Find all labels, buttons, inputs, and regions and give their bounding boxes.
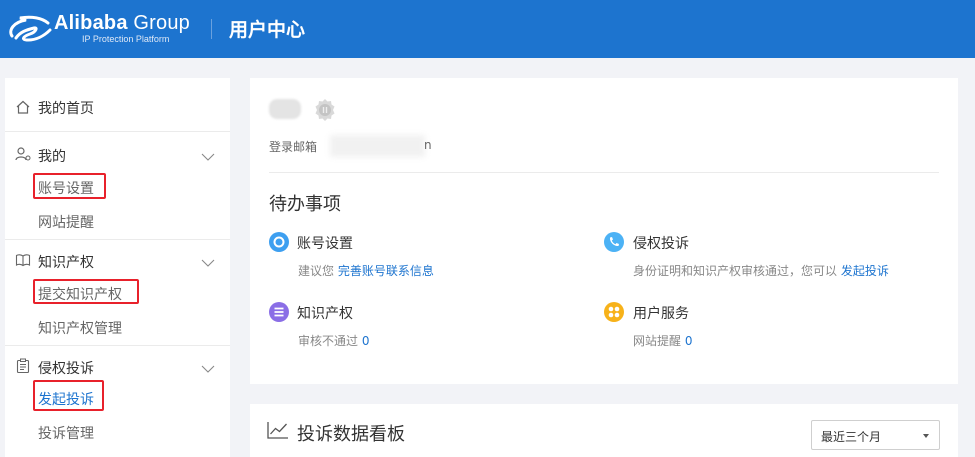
todo-section-title: 待办事项 <box>269 194 341 215</box>
card-divider <box>269 172 939 173</box>
sidebar-divider <box>5 345 230 346</box>
chevron-down-icon[interactable] <box>201 259 215 267</box>
sidebar-section-label: 侵权投诉 <box>38 361 94 377</box>
rejected-count-link[interactable]: 0 <box>362 334 370 348</box>
sidebar-item-submit-ip[interactable]: 提交知识产权 <box>38 284 122 304</box>
sidebar-item-file-complaint[interactable]: 发起投诉 <box>38 389 94 409</box>
todo-item-title: 用户服务 <box>633 306 689 322</box>
sidebar: 我的首页 我的 账号设置 网站提醒 知识产权 提交知识产权 知识产权管理 侵权投… <box>5 78 230 457</box>
top-header: Alibaba Group IP Protection Platform 用户中… <box>0 0 975 58</box>
sidebar-divider <box>5 239 230 240</box>
chevron-down-icon[interactable] <box>201 153 215 161</box>
list-circle-icon <box>269 302 289 322</box>
email-value: n <box>424 138 432 152</box>
phone-circle-icon <box>604 232 624 252</box>
profile-card: 登录邮箱 n 待办事项 账号设置 建议您 完善账号联系信息 侵权投诉 身份证明和… <box>250 78 958 384</box>
site-reminder-count-link[interactable]: 0 <box>685 334 693 348</box>
line-chart-icon <box>267 422 288 439</box>
logo-wordmark: Alibaba Group <box>54 12 190 34</box>
file-complaint-link[interactable]: 发起投诉 <box>841 264 889 278</box>
sidebar-section-label: 知识产权 <box>38 255 94 271</box>
complaint-dashboard-card: 投诉数据看板 最近三个月 <box>250 404 958 457</box>
grid-circle-icon <box>604 302 624 322</box>
sidebar-section-label: 我的 <box>38 149 66 165</box>
sidebar-item-account-settings[interactable]: 账号设置 <box>38 178 94 198</box>
sidebar-item-complaint-management[interactable]: 投诉管理 <box>38 423 94 443</box>
todo-item-title: 侵权投诉 <box>633 236 689 252</box>
user-gear-icon <box>15 147 31 161</box>
sidebar-home-label: 我的首页 <box>38 101 94 117</box>
complete-contact-info-link[interactable]: 完善账号联系信息 <box>338 264 434 278</box>
email-label: 登录邮箱 <box>269 140 318 154</box>
todo-item-desc: 网站提醒 0 <box>633 334 693 348</box>
todo-item-desc: 审核不通过 0 <box>298 334 370 348</box>
caret-down-icon <box>923 434 929 438</box>
todo-item-desc: 身份证明和知识产权审核通过，您可以 发起投诉 <box>633 264 889 278</box>
sidebar-item-site-reminder[interactable]: 网站提醒 <box>38 212 94 232</box>
email-value-redacted <box>330 135 425 157</box>
settings-circle-icon <box>269 232 289 252</box>
dashboard-title: 投诉数据看板 <box>297 424 405 445</box>
clipboard-icon <box>16 358 30 374</box>
page-title: 用户中心 <box>229 19 306 41</box>
avatar <box>269 99 301 119</box>
alibaba-logo[interactable]: Alibaba Group IP Protection Platform <box>6 12 191 46</box>
chevron-down-icon[interactable] <box>201 365 215 373</box>
time-range-select[interactable]: 最近三个月 <box>811 420 940 450</box>
time-range-value: 最近三个月 <box>821 430 882 444</box>
sidebar-item-ip-management[interactable]: 知识产权管理 <box>38 318 122 338</box>
verification-badge-icon <box>315 99 335 121</box>
alibaba-logo-mark-icon <box>9 15 52 42</box>
logo-subtitle: IP Protection Platform <box>82 34 170 44</box>
book-icon <box>15 254 31 267</box>
todo-item-desc: 建议您 完善账号联系信息 <box>298 264 434 278</box>
header-divider <box>211 19 212 39</box>
sidebar-divider <box>5 131 230 132</box>
home-icon <box>16 100 30 114</box>
todo-item-title: 知识产权 <box>297 306 353 322</box>
todo-item-title: 账号设置 <box>297 236 353 252</box>
